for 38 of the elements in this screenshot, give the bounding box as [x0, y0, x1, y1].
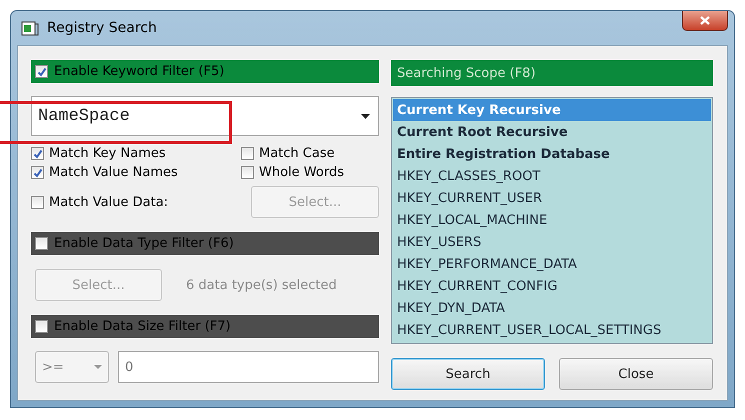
list-item[interactable]: HKEY_DYN_DATA	[393, 297, 711, 319]
checkbox[interactable]	[31, 147, 44, 160]
checkbox[interactable]	[241, 166, 254, 179]
list-item[interactable]: Entire Registration Database	[393, 143, 711, 165]
list-item[interactable]: HKEY_CURRENT_USER	[393, 187, 711, 209]
checkbox-label: Whole Words	[259, 165, 344, 180]
checkbox[interactable]	[31, 166, 44, 179]
data-type-summary: 6 data type(s) selected	[186, 278, 337, 292]
checkbox-label: Match Key Names	[49, 146, 166, 161]
checkbox[interactable]	[35, 237, 48, 250]
list-item[interactable]: Current Root Recursive	[393, 121, 711, 143]
list-item[interactable]: HKEY_USERS	[393, 231, 711, 253]
checkbox-label: Match Value Names	[49, 165, 178, 180]
list-item[interactable]: HKEY_LOCAL_MACHINE	[393, 209, 711, 231]
search-button[interactable]: Search	[391, 358, 545, 390]
list-item[interactable]: HKEY_PERFORMANCE_DATA	[393, 253, 711, 275]
close-button[interactable]: Close	[559, 358, 713, 390]
checkbox-label: Enable Keyword Filter (F5)	[54, 64, 224, 79]
section-header: Searching Scope (F8)	[391, 60, 713, 86]
close-icon	[700, 16, 710, 25]
list-item[interactable]: HKEY_CURRENT_USER_LOCAL_SETTINGS	[393, 319, 711, 341]
close-window-button[interactable]	[682, 11, 728, 31]
checkbox[interactable]	[241, 147, 254, 160]
window-title: Registry Search	[47, 20, 157, 36]
dropdown-arrow-icon	[94, 365, 102, 369]
checkbox-label: Match Case	[259, 146, 335, 161]
checkbox[interactable]	[35, 320, 48, 333]
checkbox-label: Match Value Data:	[49, 194, 168, 210]
checkbox[interactable]	[35, 65, 48, 78]
list-item[interactable]: HKEY_CURRENT_CONFIG	[393, 275, 711, 297]
checkbox[interactable]	[31, 196, 44, 208]
dropdown-arrow-icon	[361, 114, 370, 118]
checkbox-label: Enable Data Type Filter (F6)	[54, 236, 234, 251]
checkbox-label: Enable Data Size Filter (F7)	[54, 319, 231, 334]
registry-app-icon	[21, 20, 39, 36]
keyword-combo-box[interactable]: NameSpace	[31, 96, 379, 136]
size-input-field[interactable]: 0	[118, 351, 379, 383]
list-item[interactable]: HKEY_CLASSES_ROOT	[393, 165, 711, 187]
